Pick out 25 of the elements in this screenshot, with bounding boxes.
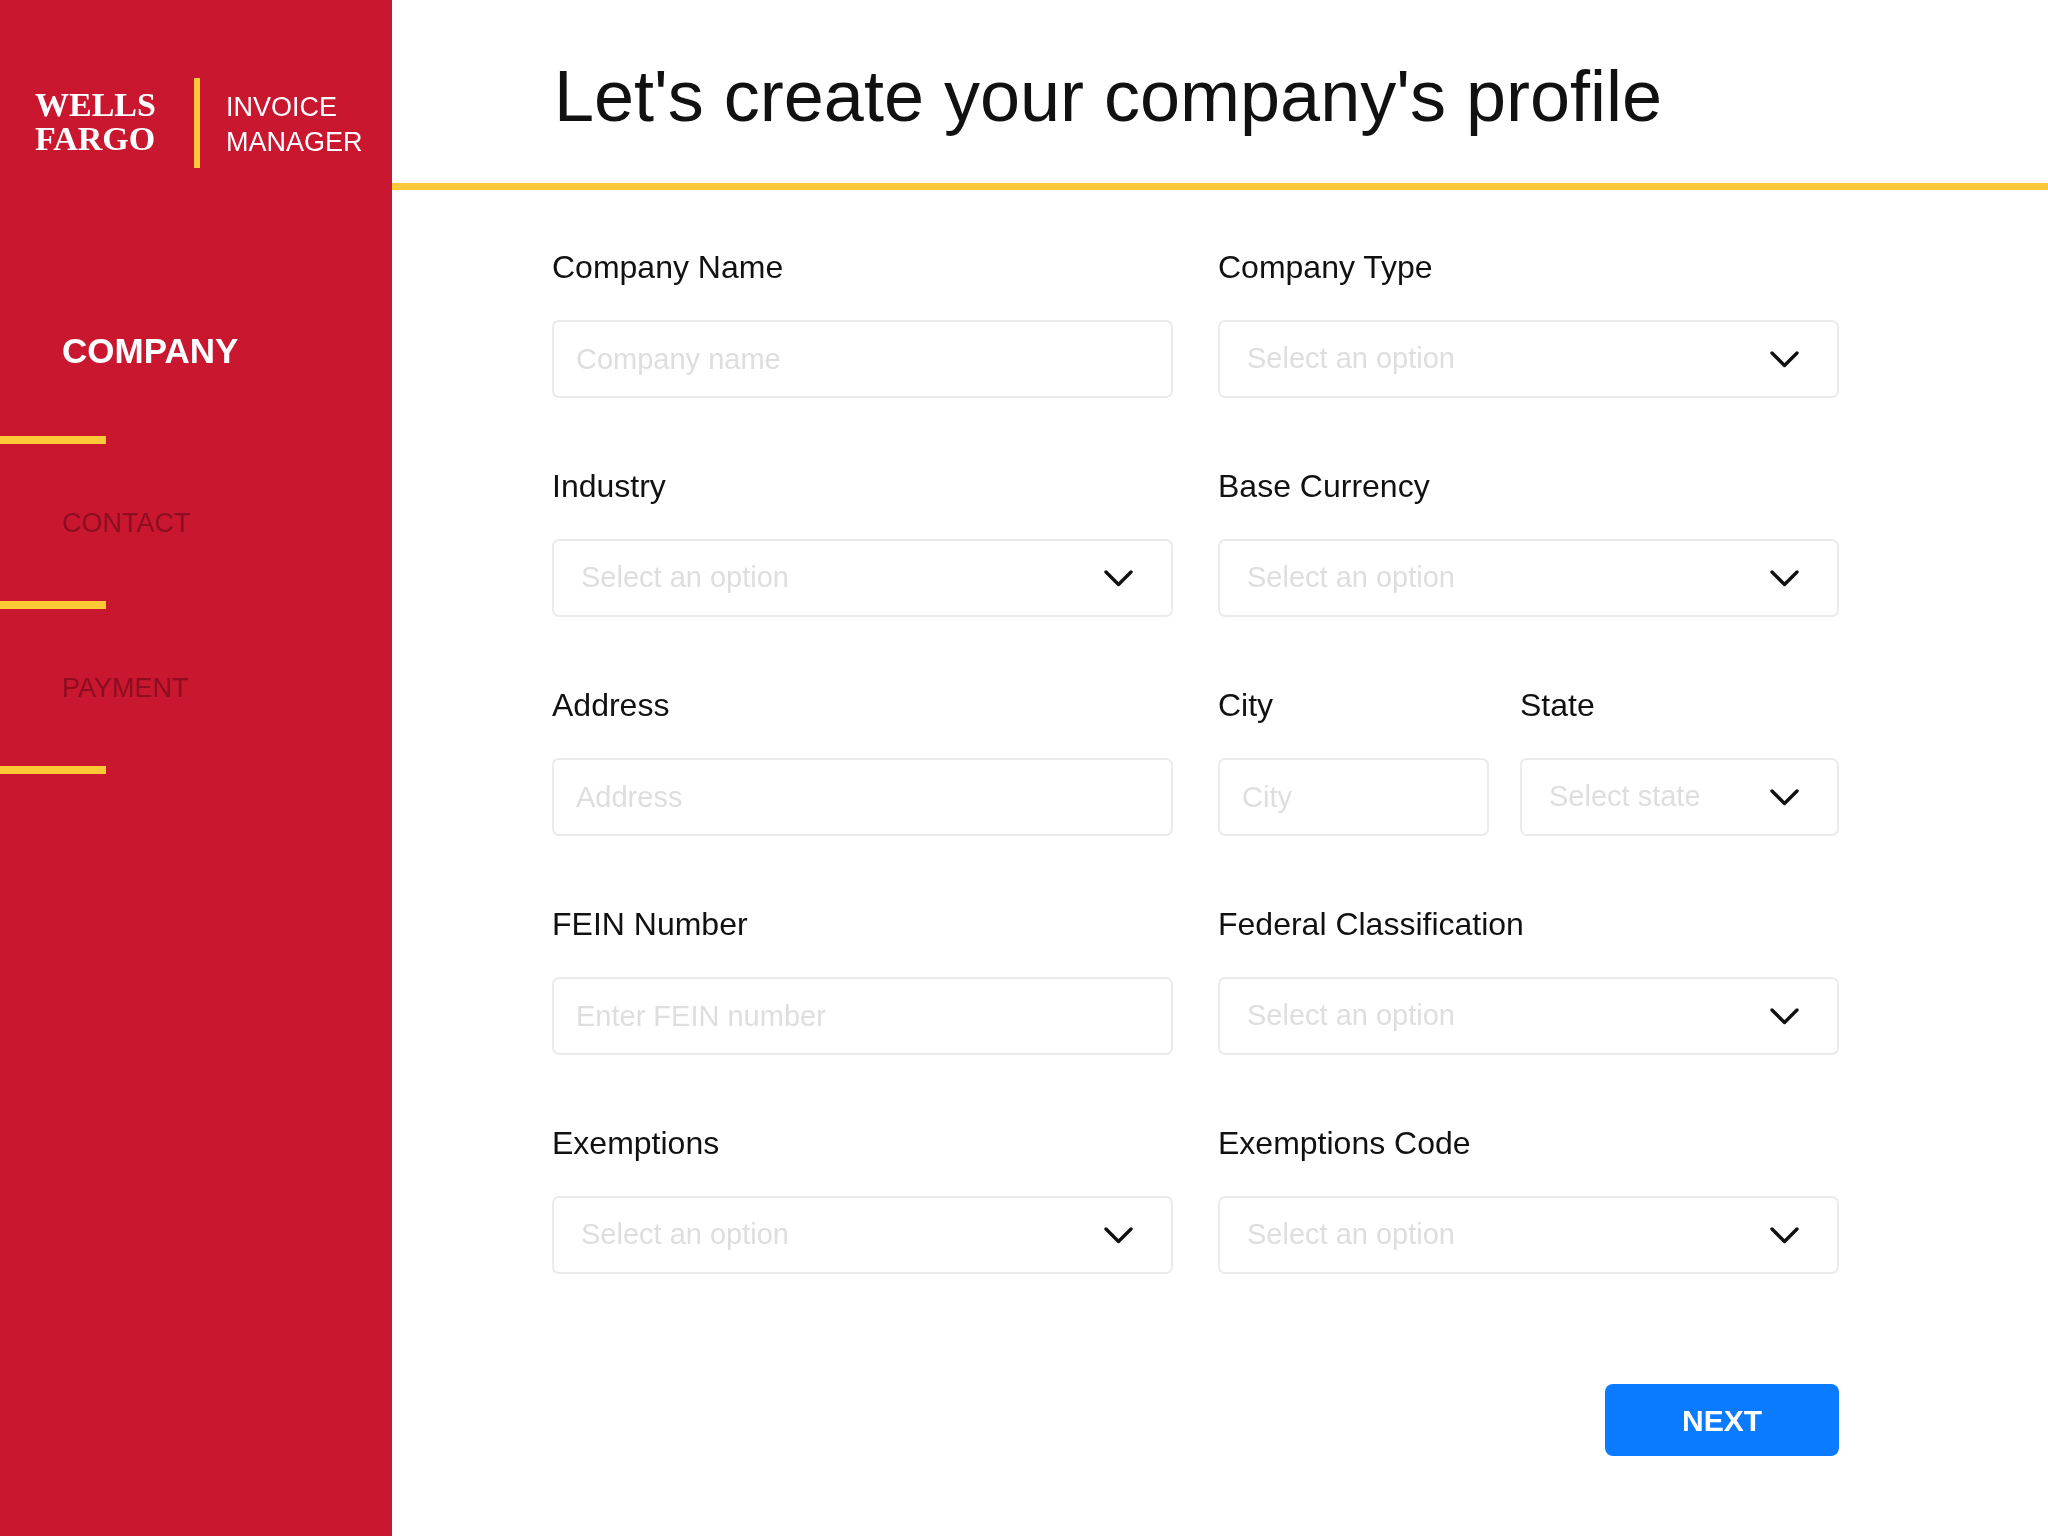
brand-wordmark: WELLS FARGO [35, 88, 156, 156]
field-label: Exemptions [552, 1124, 721, 1163]
field-label: City [1218, 686, 1275, 725]
step-nav-item[interactable]: CONTACT [62, 505, 191, 540]
next-button[interactable]: NEXT [1605, 1384, 1839, 1456]
chevron-down-icon [1104, 1226, 1133, 1244]
field-label: FEIN Number [552, 905, 749, 944]
chevron-down-icon [1770, 350, 1799, 368]
chevron-down-icon [1770, 569, 1799, 587]
field-label: Base Currency [1218, 467, 1431, 506]
field-label: Industry [552, 467, 667, 506]
chevron-down-icon [1770, 1226, 1799, 1244]
field-label: Exemptions Code [1218, 1124, 1472, 1163]
field-label: Address [552, 686, 671, 725]
chevron-down-icon [1104, 569, 1133, 587]
page-title: Let's create your company's profile [554, 54, 1663, 138]
field-label: Company Type [1218, 248, 1434, 287]
chevron-down-icon [1770, 1007, 1799, 1025]
step-nav-item[interactable]: PAYMENT [62, 670, 189, 705]
chevron-down-icon [1770, 788, 1799, 806]
step-nav-item[interactable]: COMPANY [62, 329, 239, 372]
field-label: Federal Classification [1218, 905, 1525, 944]
product-name: INVOICE MANAGER [225, 91, 363, 159]
field-label: Company Name [552, 248, 785, 287]
field-label: State [1520, 686, 1596, 725]
